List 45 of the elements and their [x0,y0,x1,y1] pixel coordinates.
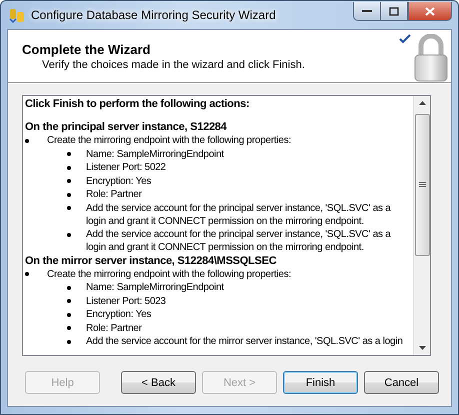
bullet-icon [67,340,71,344]
summary-item: Encryption: Yes [86,174,152,188]
wizard-button[interactable]: Cancel [364,371,439,394]
bullet-icon [67,312,71,316]
summary-item: Create the mirroring endpoint with the following properties: [47,134,292,147]
bullet-icon [67,192,71,196]
minimize-icon [362,9,372,13]
summary-item: Add the service account for the mirror server instance, 'SQL.SVC' as a login [86,335,403,348]
close-icon [425,6,435,16]
intro-text: Click Finish to perform the following actions: [25,98,250,111]
summary-item: Role: Partner [86,188,142,201]
bullet-icon [67,299,71,303]
close-button[interactable] [408,2,452,21]
bullet-icon [67,152,71,156]
bullet-icon [67,286,71,290]
wizard-button[interactable]: Finish [283,371,358,394]
database-icon [9,7,25,23]
wizard-button[interactable]: < Back [121,371,196,394]
summary-item: Name: SampleMirroringEndpoint [86,281,224,294]
minimize-button[interactable] [353,2,380,21]
summary-item: Listener Port: 5022 [86,161,166,174]
summary-item: Encryption: Yes [86,308,152,321]
maximize-button[interactable] [380,2,408,21]
summary-item: Add the service account for the principal server instance, 'SQL.SVC' as a login and grant it CONNECT permission on the mirroring endpoint. [86,202,392,228]
scrollbar[interactable] [413,96,430,355]
section-heading: On the principal server instance, S12284 [25,121,228,134]
summary-item: Add the service account for the principal server instance, 'SQL.SVC' as a login and grant it CONNECT permission on the mirroring endpoint. [86,228,392,254]
window-title: Configure Database Mirroring Security Wizard [31,8,277,22]
checkmark-icon [399,34,411,44]
bullet-icon [67,179,71,183]
bullet-icon [67,166,71,170]
section-heading: On the mirror server instance, S12284\MSSQLSEC [25,254,278,268]
page-subtitle: Verify the choices made in the wizard and click Finish. [41,59,305,71]
summary-item: Role: Partner [86,322,142,334]
bullet-icon [67,206,71,210]
page-title: Complete the Wizard [22,42,150,57]
summary-item: Name: SampleMirroringEndpoint [86,148,224,160]
summary-item: Create the mirroring endpoint with the following properties: [47,268,292,280]
bullet-icon [25,272,29,276]
bullet-icon [25,138,29,142]
bullet-icon [67,326,71,330]
maximize-icon [389,6,399,16]
scroll-thumb[interactable] [414,114,430,256]
bullet-icon [67,232,71,236]
summary-item: Listener Port: 5023 [86,294,166,308]
